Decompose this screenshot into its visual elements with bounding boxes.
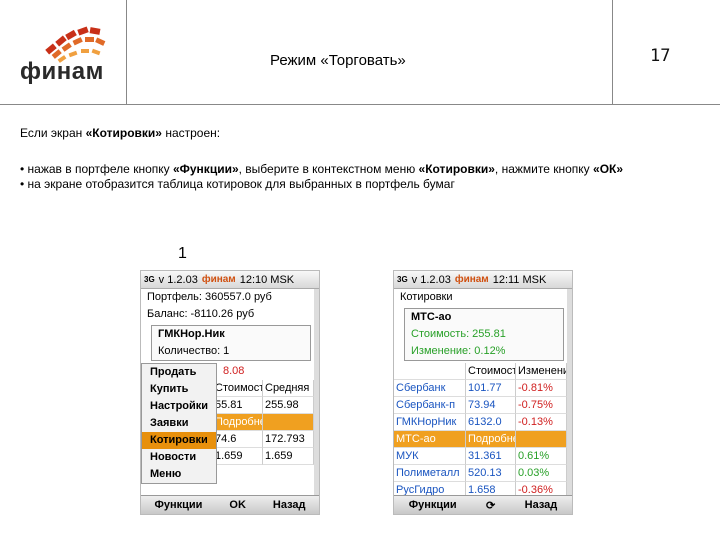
quote-price[interactable]: 101.77 <box>466 380 516 397</box>
screen-title: Котировки <box>400 291 453 303</box>
back-button[interactable]: Назад <box>525 499 558 511</box>
menu-item-news[interactable]: Новости <box>142 449 216 466</box>
brand-label: финам <box>201 274 236 285</box>
context-menu: Продать Купить Настройки Заявки Котировк… <box>141 363 217 484</box>
quote-price[interactable]: 6132.0 <box>466 414 516 431</box>
softkey-bar: Функции OK Назад <box>141 495 319 514</box>
menu-item-orders[interactable]: Заявки <box>142 415 216 432</box>
ticker-quantity: Количество: 1 <box>158 345 230 357</box>
intro-bold: «Котировки» <box>85 126 162 140</box>
phone-screen-portfolio: 3G v 1.2.03 финам 12:10 MSK Портфель: 36… <box>140 270 320 515</box>
header-divider <box>612 0 613 104</box>
quote-name[interactable]: Сбербанк <box>394 380 466 397</box>
intro-text: Если экран «Котировки» настроен: <box>20 126 220 140</box>
quote-name[interactable]: Полиметалл <box>394 465 466 482</box>
menu-item-buy[interactable]: Купить <box>142 381 216 398</box>
table-header: Средняя <box>263 380 314 397</box>
quote-price[interactable]: 520.13 <box>466 465 516 482</box>
bullet-text: • нажав в портфеле кнопку <box>20 162 173 176</box>
bullet-text: • на экране отобразится таблица котирово… <box>20 177 455 191</box>
header-bottom-line <box>0 104 720 105</box>
quote-change[interactable]: 0.61% <box>516 448 567 465</box>
refresh-icon[interactable]: ⟳ <box>486 499 495 512</box>
brand-label: финам <box>454 274 489 285</box>
bullet-bold: «ОК» <box>593 162 624 176</box>
bullet-bold: «Котировки» <box>418 162 495 176</box>
menu-item-quotes[interactable]: Котировки <box>142 432 216 449</box>
clock: 12:11 MSK <box>492 273 547 286</box>
table-cell[interactable]: 55.81 <box>213 397 263 414</box>
table-cell[interactable]: 172.793 <box>263 431 314 448</box>
table-cell[interactable]: 1.659 <box>213 448 263 465</box>
quote-change[interactable]: -0.75% <box>516 397 567 414</box>
figure-number: 1 <box>178 245 187 262</box>
page-number: 17 <box>650 46 671 66</box>
bullet-item: • на экране отобразится таблица котирово… <box>20 177 710 192</box>
app-version: v 1.2.03 <box>411 273 451 286</box>
back-button[interactable]: Назад <box>273 499 306 511</box>
app-version: v 1.2.03 <box>158 273 198 286</box>
page-title: Режим «Торговать» <box>270 52 406 69</box>
quote-change[interactable] <box>516 431 567 448</box>
ticker-name: ГМКНор.Ник <box>158 328 225 340</box>
quote-change[interactable]: -0.13% <box>516 414 567 431</box>
menu-item-settings[interactable]: Настройки <box>142 398 216 415</box>
portfolio-value: Портфель: 360557.0 руб <box>147 291 272 303</box>
quote-name[interactable]: ГМКНорНик <box>394 414 466 431</box>
quote-name[interactable]: МУК <box>394 448 466 465</box>
quotes-table: Стоимость Изменение Сбербанк 101.77 -0.8… <box>394 363 572 499</box>
softkey-bar: Функции ⟳ Назад <box>394 495 572 514</box>
menu-item-sell[interactable]: Продать <box>142 364 216 381</box>
ticker-change: Изменение: 0.12% <box>411 345 506 357</box>
scrollbar[interactable] <box>314 289 319 497</box>
ok-button[interactable]: OK <box>229 499 246 511</box>
quote-name[interactable]: Сбербанк-п <box>394 397 466 414</box>
bullet-text: , нажмите кнопку <box>494 162 594 176</box>
header-divider <box>126 0 127 104</box>
intro-pre: Если экран <box>20 126 86 140</box>
menu-item-menu[interactable]: Меню <box>142 466 216 483</box>
quote-change[interactable]: 0.03% <box>516 465 567 482</box>
table-header <box>394 363 466 380</box>
ticker-name: МТС-ао <box>411 311 452 323</box>
phone-screen-quotes: 3G v 1.2.03 финам 12:11 MSK Котировки МТ… <box>393 270 573 515</box>
table-header: Стоимость <box>466 363 516 380</box>
functions-button[interactable]: Функции <box>154 499 202 511</box>
bullet-item: • нажав в портфеле кнопку «Функции», выб… <box>20 162 710 177</box>
slide-header: финам Режим «Торговать» 17 <box>0 0 720 104</box>
ticker-box[interactable]: ГМКНор.Ник Количество: 1 <box>151 325 311 361</box>
balance-value: Баланс: -8110.26 руб <box>147 308 255 320</box>
details-link[interactable]: Подробнее ▸ <box>213 414 263 431</box>
scrollbar[interactable] <box>567 289 572 497</box>
ticker-box[interactable]: МТС-ао Стоимость: 255.81 Изменение: 0.12… <box>404 308 564 361</box>
clock: 12:10 MSK <box>239 273 295 286</box>
quote-price[interactable]: 31.361 <box>466 448 516 465</box>
intro-post: настроен: <box>161 126 221 140</box>
table-cell[interactable]: 255.98 <box>263 397 314 414</box>
status-bar: 3G v 1.2.03 финам 12:11 MSK <box>394 271 572 289</box>
signal-icon: 3G <box>397 274 408 284</box>
table-cell[interactable]: 74.6 <box>213 431 263 448</box>
bullet-bold: «Функции» <box>172 162 239 176</box>
ticker-cost: Стоимость: 255.81 <box>411 328 506 340</box>
signal-icon: 3G <box>144 274 155 284</box>
logo-text: финам <box>20 58 104 85</box>
quote-change[interactable]: -0.81% <box>516 380 567 397</box>
quote-price[interactable]: 73.94 <box>466 397 516 414</box>
table-header: Стоимость <box>213 380 263 397</box>
quote-name[interactable]: МТС-ао <box>394 431 466 448</box>
table-cell[interactable]: 1.659 <box>263 448 314 465</box>
bullet-text: , выберите в контекстном меню <box>238 162 419 176</box>
table-cell[interactable] <box>263 414 314 431</box>
details-link[interactable]: Подробнее ▸ <box>466 431 516 448</box>
status-bar: 3G v 1.2.03 финам 12:10 MSK <box>141 271 319 289</box>
bullet-list: • нажав в портфеле кнопку «Функции», выб… <box>20 162 710 192</box>
table-header: Изменение <box>516 363 567 380</box>
functions-button[interactable]: Функции <box>409 499 457 511</box>
